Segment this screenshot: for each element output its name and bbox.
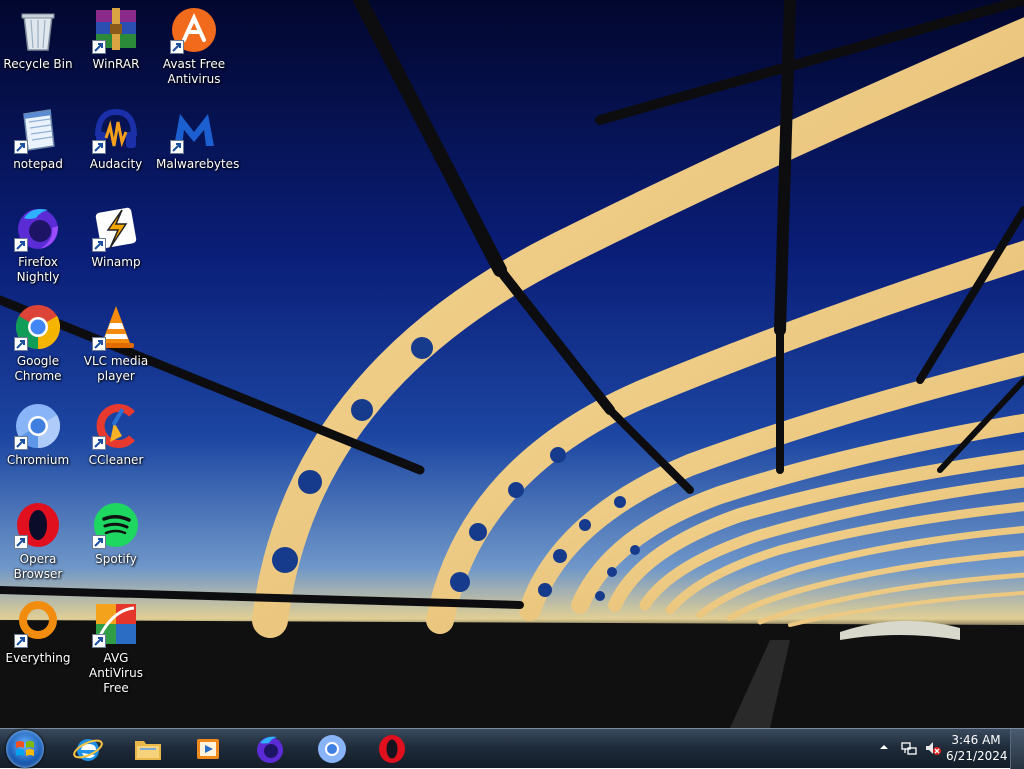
shortcut-arrow-icon [92,40,106,54]
shortcut-arrow-icon [14,436,28,450]
taskbar: 3:46 AM 6/21/2024 [0,728,1024,769]
desktop[interactable]: Recycle Bin WinRAR Avast Free Antivirus [0,0,1024,728]
shortcut-arrow-icon [14,535,28,549]
shortcut-arrow-icon [14,140,28,154]
desktop-icon-label: Opera Browser [13,552,63,581]
chevron-up-icon[interactable] [878,741,890,753]
desktop-icon-label: Avast Free Antivirus [162,57,226,86]
desktop-icon-audacity[interactable]: Audacity [78,106,154,172]
desktop-icon-label: Recycle Bin [3,57,73,71]
desktop-icon-notepad[interactable]: notepad [0,106,76,172]
shortcut-arrow-icon [92,634,106,648]
clock-date: 6/21/2024 [946,749,1008,763]
chromium-icon [318,735,346,763]
desktop-icon-winrar[interactable]: WinRAR [78,6,154,72]
desktop-icon-avg[interactable]: AVG AntiVirus Free [78,600,154,696]
desktop-icon-label: AVG AntiVirus Free [89,651,143,695]
recycle-bin-icon [21,13,55,51]
desktop-icon-label: Audacity [89,157,143,171]
show-desktop-button[interactable] [1010,729,1024,769]
shortcut-arrow-icon [170,40,184,54]
opera-icon [379,735,405,763]
desktop-icon-label: CCleaner [88,453,144,467]
shortcut-arrow-icon [92,535,106,549]
desktop-icon-chromium[interactable]: Chromium [0,402,76,468]
network-icon[interactable] [900,739,918,757]
desktop-icon-winamp[interactable]: Winamp [78,204,154,270]
folder-icon [135,741,161,760]
desktop-icon-ccleaner[interactable]: CCleaner [78,402,154,468]
internet-explorer-icon [73,739,103,761]
media-player-icon [197,739,219,759]
shortcut-arrow-icon [92,140,106,154]
shortcut-arrow-icon [92,337,106,351]
desktop-icon-label: WinRAR [92,57,140,71]
desktop-icon-label: Google Chrome [14,354,62,383]
taskbar-opera[interactable] [370,731,414,767]
desktop-icon-opera[interactable]: Opera Browser [0,501,76,582]
volume-muted-icon[interactable] [924,739,942,757]
desktop-icon-google-chrome[interactable]: Google Chrome [0,303,76,384]
shortcut-arrow-icon [14,634,28,648]
system-clock[interactable]: 3:46 AM 6/21/2024 [946,732,1008,764]
desktop-icon-avast[interactable]: Avast Free Antivirus [156,6,232,87]
desktop-icon-firefox-nightly[interactable]: Firefox Nightly [0,204,76,285]
desktop-icon-label: VLC media player [83,354,149,383]
desktop-icon-label: Chromium [6,453,70,467]
desktop-icon-recycle-bin[interactable]: Recycle Bin [0,6,76,72]
desktop-icon-label: Spotify [95,552,137,566]
desktop-icon-label: Malwarebytes [156,157,240,171]
desktop-icon-spotify[interactable]: Spotify [78,501,154,567]
shortcut-arrow-icon [14,337,28,351]
firefox-nightly-icon [257,736,283,763]
desktop-icon-label: Everything [5,651,71,665]
taskbar-firefox-nightly[interactable] [248,731,292,767]
desktop-icon-everything[interactable]: Everything [0,600,76,666]
desktop-icon-label: notepad [13,157,63,171]
taskbar-file-explorer[interactable] [126,731,170,767]
desktop-icon-vlc[interactable]: VLC media player [78,303,154,384]
desktop-icon-label: Winamp [91,255,141,269]
windows-orb-icon [16,741,34,756]
clock-time: 3:46 AM [951,733,1001,747]
taskbar-media-player[interactable] [186,731,230,767]
shortcut-arrow-icon [170,140,184,154]
taskbar-chromium[interactable] [310,731,354,767]
taskbar-internet-explorer[interactable] [66,731,110,767]
start-button[interactable] [6,730,44,768]
shortcut-arrow-icon [92,436,106,450]
shortcut-arrow-icon [92,238,106,252]
shortcut-arrow-icon [14,238,28,252]
desktop-icon-label: Firefox Nightly [16,255,60,284]
desktop-icon-malwarebytes[interactable]: Malwarebytes [156,106,240,172]
